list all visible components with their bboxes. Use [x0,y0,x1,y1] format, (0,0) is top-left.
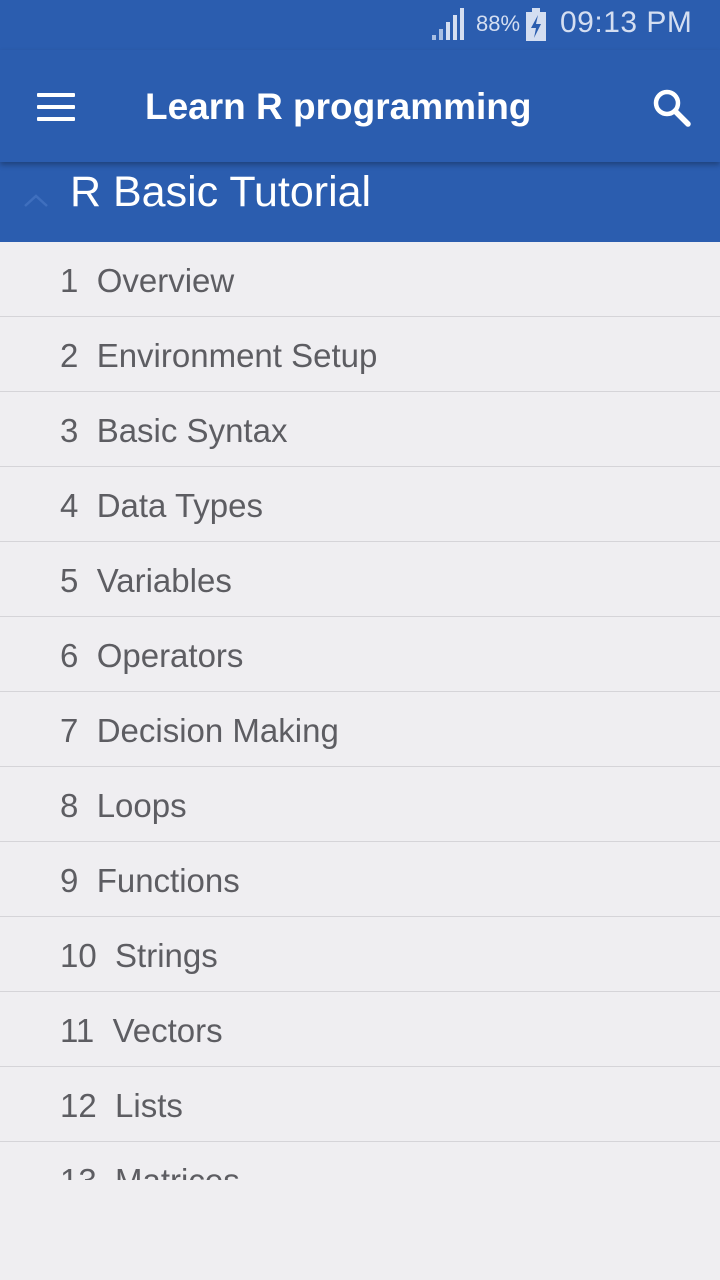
lesson-list[interactable]: 1 Overview 2 Environment Setup 3 Basic S… [0,242,720,1180]
list-item[interactable]: 4 Data Types [0,467,720,542]
list-item[interactable]: 13 Matrices [0,1142,720,1180]
list-item[interactable]: 2 Environment Setup [0,317,720,392]
list-item-label: 11 Vectors [60,1012,223,1049]
list-item-label: 6 Operators [60,637,244,674]
list-item[interactable]: 1 Overview [0,242,720,317]
list-item-label: 8 Loops [60,787,187,824]
list-item[interactable]: 12 Lists [0,1067,720,1142]
menu-button[interactable] [26,80,86,134]
list-item[interactable]: 10 Strings [0,917,720,992]
section-title: R Basic Tutorial [70,168,372,216]
menu-icon [37,93,75,97]
clock: 09:13 PM [560,6,693,39]
list-item-label: 3 Basic Syntax [60,412,288,449]
list-item-label: 1 Overview [60,262,235,299]
list-item-label: 4 Data Types [60,487,264,524]
menu-icon-bar [37,105,75,109]
battery-percent: 88% [476,11,521,36]
list-item[interactable]: 9 Functions [0,842,720,917]
list-item-label: 12 Lists [60,1087,183,1124]
list-item[interactable]: 7 Decision Making [0,692,720,767]
list-item-label: 2 Environment Setup [60,337,378,374]
list-item[interactable]: 8 Loops [0,767,720,842]
chevron-up-icon[interactable] [22,188,50,212]
signal-icon [432,8,464,40]
list-item-label: 10 Strings [60,937,218,974]
list-item-label: 9 Functions [60,862,240,899]
list-item-label: 13 Matrices [60,1162,240,1180]
list-item[interactable]: 6 Operators [0,617,720,692]
list-item[interactable]: 11 Vectors [0,992,720,1067]
status-bar: 88% 09:13 PM [0,0,720,50]
list-item[interactable]: 5 Variables [0,542,720,617]
menu-icon-bar [37,117,75,121]
search-button[interactable] [644,80,700,136]
list-item-label: 5 Variables [60,562,232,599]
battery-charging-icon [526,8,546,41]
app-bar: Learn R programming [0,50,720,162]
list-item-label: 7 Decision Making [60,712,339,749]
app-title: Learn R programming [145,86,532,127]
search-icon [653,89,691,127]
list-item[interactable]: 3 Basic Syntax [0,392,720,467]
